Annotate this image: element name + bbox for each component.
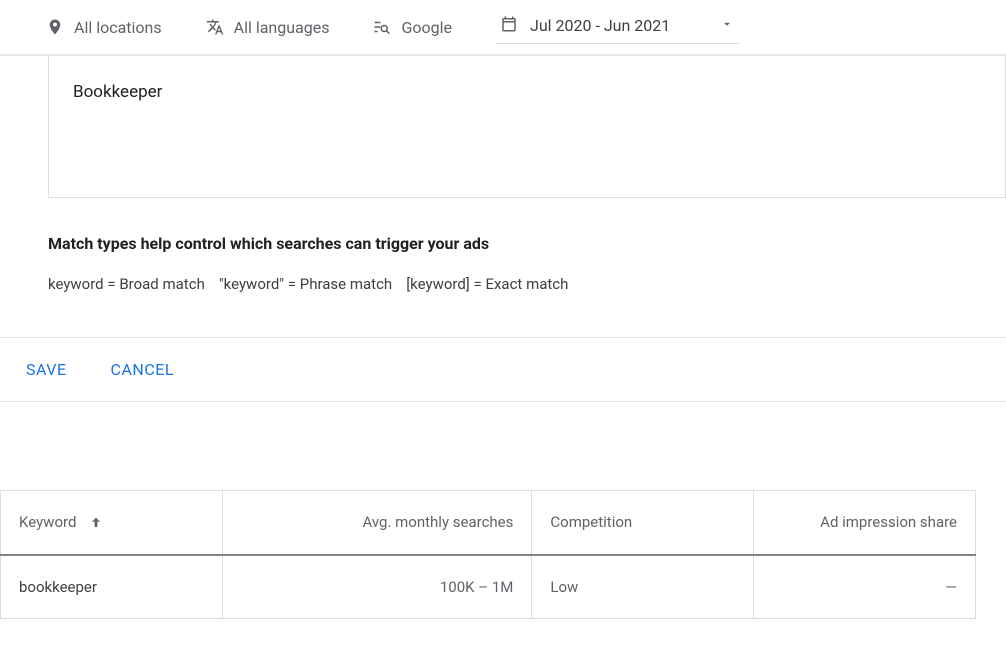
sort-ascending-icon <box>88 515 104 531</box>
translate-icon <box>206 18 224 36</box>
actions-row: SAVE CANCEL <box>0 337 1006 402</box>
network-filter[interactable]: Google <box>373 18 452 37</box>
network-label: Google <box>401 18 452 37</box>
table-row[interactable]: bookkeeper 100K – 1M Low — <box>1 555 976 619</box>
col-header-keyword[interactable]: Keyword <box>1 491 223 555</box>
cell-avg-searches: 100K – 1M <box>222 555 532 619</box>
keyword-results-table: Keyword Avg. monthly searches Competitio… <box>0 490 976 619</box>
languages-filter[interactable]: All languages <box>206 18 330 37</box>
locations-label: All locations <box>74 18 162 37</box>
col-header-competition[interactable]: Competition <box>532 491 754 555</box>
save-button[interactable]: SAVE <box>26 360 67 379</box>
filter-toolbar: All locations All languages Google Jul 2… <box>0 0 1006 56</box>
cell-competition: Low <box>532 555 754 619</box>
col-header-keyword-label: Keyword <box>19 513 76 531</box>
dropdown-arrow-icon <box>720 16 734 35</box>
col-header-ad-impression-share[interactable]: Ad impression share <box>754 491 976 555</box>
date-range-label: Jul 2020 - Jun 2021 <box>530 16 670 35</box>
locations-filter[interactable]: All locations <box>46 18 162 37</box>
exact-match-label: [keyword] = Exact match <box>406 275 568 293</box>
keyword-input[interactable]: Bookkeeper <box>48 56 1006 198</box>
location-pin-icon <box>46 18 64 36</box>
calendar-icon <box>500 15 518 37</box>
phrase-match-label: "keyword" = Phrase match <box>219 275 392 293</box>
date-range-picker[interactable]: Jul 2020 - Jun 2021 <box>496 11 740 44</box>
cancel-button[interactable]: CANCEL <box>111 360 174 379</box>
keyword-input-value: Bookkeeper <box>73 82 162 102</box>
match-types-legend: keyword = Broad match "keyword" = Phrase… <box>48 275 1006 293</box>
cell-keyword: bookkeeper <box>1 555 223 619</box>
broad-match-label: keyword = Broad match <box>48 275 205 293</box>
cell-ad-impression-share: — <box>754 555 976 619</box>
search-network-icon <box>373 18 391 36</box>
col-header-avg-searches[interactable]: Avg. monthly searches <box>222 491 532 555</box>
match-types-heading: Match types help control which searches … <box>48 234 1006 253</box>
languages-label: All languages <box>234 18 330 37</box>
